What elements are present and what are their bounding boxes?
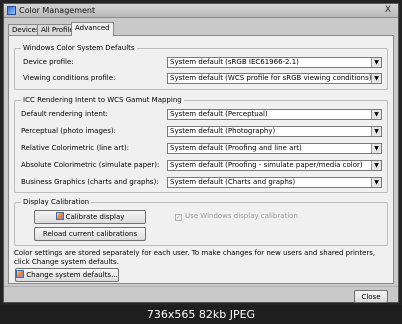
image-caption-bar: 736x565 82kb JPEG [0,305,402,324]
change-system-defaults-label: Change system defaults... [26,271,118,279]
checkmark-icon: ✓ [175,214,182,221]
close-button-label: Close [361,293,381,301]
change-system-defaults-button[interactable]: Change system defaults... [15,268,119,282]
default-intent-value: System default (Perceptual) [170,110,268,118]
business-graphics-label: Business Graphics (charts and graphs): [21,178,159,186]
relative-colorimetric-select[interactable]: System default (Proofing and line art) ▼ [167,143,382,154]
absolute-colorimetric-select[interactable]: System default (Proofing - simulate pape… [167,160,382,171]
business-graphics-value: System default (Charts and graphs) [170,178,296,186]
perceptual-value: System default (Photography) [170,127,276,135]
shield-icon [55,212,64,220]
title-bar: Color Management X [4,4,398,18]
chevron-down-icon: ▼ [371,110,381,119]
color-management-icon [7,6,16,15]
chevron-down-icon: ▼ [371,178,381,187]
display-calibration-group: Display Calibration Calibrate display Re… [14,198,388,246]
business-graphics-select[interactable]: System default (Charts and graphs) ▼ [167,177,382,188]
advanced-panel: Windows Color System Defaults Device pro… [8,35,394,284]
chevron-down-icon: ▼ [371,161,381,170]
close-button[interactable]: Close [354,290,388,303]
use-windows-calibration-label: Use Windows display calibration [185,212,298,220]
relative-colorimetric-label: Relative Colorimetric (line art): [21,144,130,152]
wcs-defaults-group: Windows Color System Defaults Device pro… [14,44,388,90]
relative-colorimetric-value: System default (Proofing and line art) [170,144,302,152]
chevron-down-icon: ▼ [371,144,381,153]
calibrate-display-button[interactable]: Calibrate display [34,210,146,224]
color-management-window: Color Management X Devices All Profiles … [3,3,399,303]
absolute-colorimetric-value: System default (Proofing - simulate pape… [170,161,363,169]
viewing-conditions-value: System default (WCS profile for sRGB vie… [170,74,372,82]
chevron-down-icon: ▼ [371,74,381,83]
shield-icon [16,270,25,278]
device-profile-label: Device profile: [23,58,74,66]
viewing-conditions-select[interactable]: System default (WCS profile for sRGB vie… [167,73,382,84]
window-title: Color Management [19,6,96,15]
viewing-conditions-label: Viewing conditions profile: [23,74,116,82]
default-intent-label: Default rendering intent: [21,110,108,118]
device-profile-value: System default (sRGB IEC61966-2.1) [170,58,299,66]
calibrate-display-label: Calibrate display [65,213,125,221]
screenshot-frame: Color Management X Devices All Profiles … [0,0,402,324]
footer-divider [4,286,398,287]
display-calibration-group-title: Display Calibration [21,198,92,206]
settings-note: Color settings are stored separately for… [14,249,376,266]
perceptual-label: Perceptual (photo images): [21,127,116,135]
tab-advanced[interactable]: Advanced [71,22,114,36]
chevron-down-icon: ▼ [371,127,381,136]
window-close-button[interactable]: X [381,5,395,16]
device-profile-select[interactable]: System default (sRGB IEC61966-2.1) ▼ [167,57,382,68]
icc-mapping-group-title: ICC Rendering Intent to WCS Gamut Mappin… [21,96,184,104]
icc-mapping-group: ICC Rendering Intent to WCS Gamut Mappin… [14,96,388,193]
image-caption: 736x565 82kb JPEG [146,308,256,321]
use-windows-calibration-checkbox[interactable]: ✓ Use Windows display calibration [175,212,298,221]
absolute-colorimetric-label: Absolute Colorimetric (simulate paper): [21,161,160,169]
reload-calibrations-label: Reload current calibrations [42,230,138,238]
wcs-defaults-group-title: Windows Color System Defaults [21,44,137,52]
perceptual-select[interactable]: System default (Photography) ▼ [167,126,382,137]
chevron-down-icon: ▼ [371,58,381,67]
default-intent-select[interactable]: System default (Perceptual) ▼ [167,109,382,120]
reload-calibrations-button[interactable]: Reload current calibrations [34,227,146,241]
